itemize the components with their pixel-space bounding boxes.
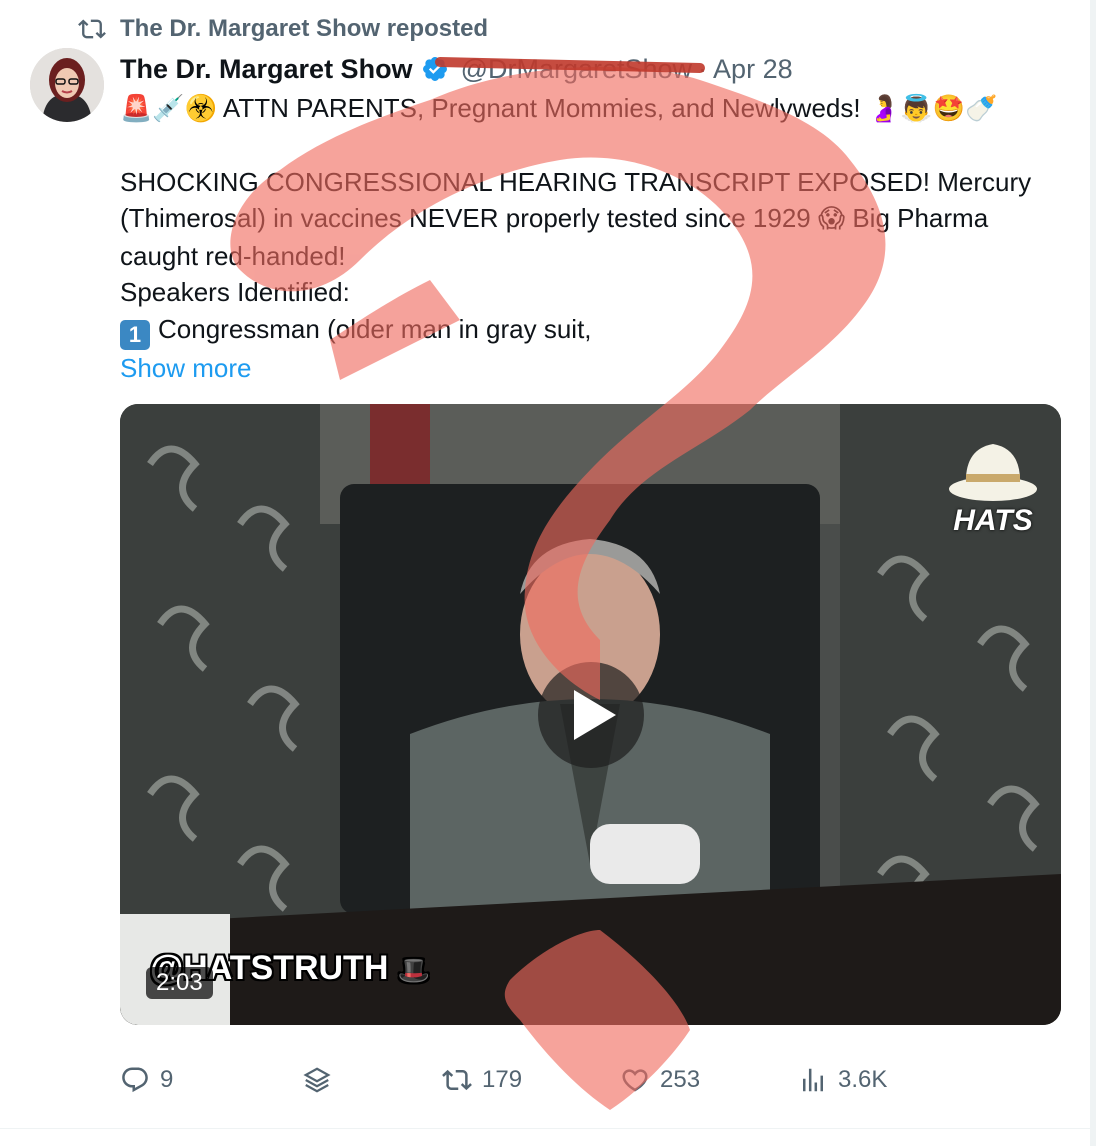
repost-action-icon (442, 1069, 472, 1091)
alert-emoji-group: 🚨💉☣️ (120, 94, 218, 124)
post-spacer (120, 128, 1060, 164)
avatar[interactable] (30, 48, 104, 122)
hat-icon (949, 444, 1037, 501)
like-count: 253 (660, 1066, 701, 1093)
action-bar: 9 179 253 3.6K (120, 1058, 1060, 1102)
repost-count: 179 (482, 1066, 523, 1093)
repost-icon (78, 19, 106, 39)
post-header: The Dr. Margaret Show @DrMargaretShow · … (120, 52, 793, 86)
divider (0, 1128, 1096, 1129)
scrollbar[interactable] (1090, 0, 1096, 1146)
repost-button[interactable]: 179 (442, 1058, 522, 1102)
heart-icon (622, 1069, 648, 1092)
views-button[interactable]: 3.6K (798, 1058, 887, 1102)
reply-count: 9 (160, 1066, 174, 1093)
scream-emoji: 😱 (817, 204, 846, 234)
show-more-link[interactable]: Show more (120, 353, 252, 383)
tweet[interactable]: The Dr. Margaret Show reposted The Dr. M… (0, 0, 1096, 1146)
video-duration: 2:03 (146, 967, 213, 999)
family-emoji-group: 🤰👼🤩🍼 (867, 94, 998, 124)
post-congressman-line: 1 Congressman (older man in gray suit, (120, 311, 1060, 350)
hats-logo-text: HATS (953, 504, 1033, 537)
keycap-one-icon: 1 (120, 319, 150, 350)
post-text: 🚨💉☣️ ATTN PARENTS, Pregnant Mommies, and… (120, 90, 1060, 386)
congressman-text: Congressman (older man in gray suit, (158, 313, 592, 344)
repost-text: The Dr. Margaret Show reposted (120, 15, 489, 42)
separator: · (698, 53, 708, 84)
reply-button[interactable]: 9 (120, 1058, 173, 1102)
post-line-1: 🚨💉☣️ ATTN PARENTS, Pregnant Mommies, and… (120, 90, 1060, 128)
layers-icon (303, 1067, 331, 1093)
play-icon (574, 690, 616, 740)
views-count: 3.6K (838, 1066, 888, 1093)
like-button[interactable]: 253 (620, 1058, 700, 1102)
tophat-emoji: 🎩 (397, 956, 431, 986)
verified-badge-icon[interactable] (421, 55, 449, 83)
grok-button[interactable] (302, 1058, 332, 1102)
video-player[interactable]: HATS @HATSTRUTH 🎩 2:03 (120, 404, 1061, 1025)
post-paragraph-2: SHOCKING CONGRESSIONAL HEARING TRANSCRIP… (120, 164, 1060, 275)
hats-logo: HATS (946, 434, 1040, 544)
author-name[interactable]: The Dr. Margaret Show (120, 54, 413, 85)
post-headline: ATTN PARENTS, Pregnant Mommies, and Newl… (222, 93, 861, 123)
post-date[interactable]: Apr 28 (713, 54, 793, 85)
repost-indicator[interactable]: The Dr. Margaret Show reposted (78, 14, 488, 44)
author-handle[interactable]: @DrMargaretShow (461, 54, 692, 85)
views-icon (803, 1068, 823, 1092)
play-button[interactable] (538, 662, 644, 768)
avatar-image (30, 48, 104, 122)
reply-icon (122, 1067, 148, 1093)
post-speakers-line: Speakers Identified: (120, 277, 350, 307)
